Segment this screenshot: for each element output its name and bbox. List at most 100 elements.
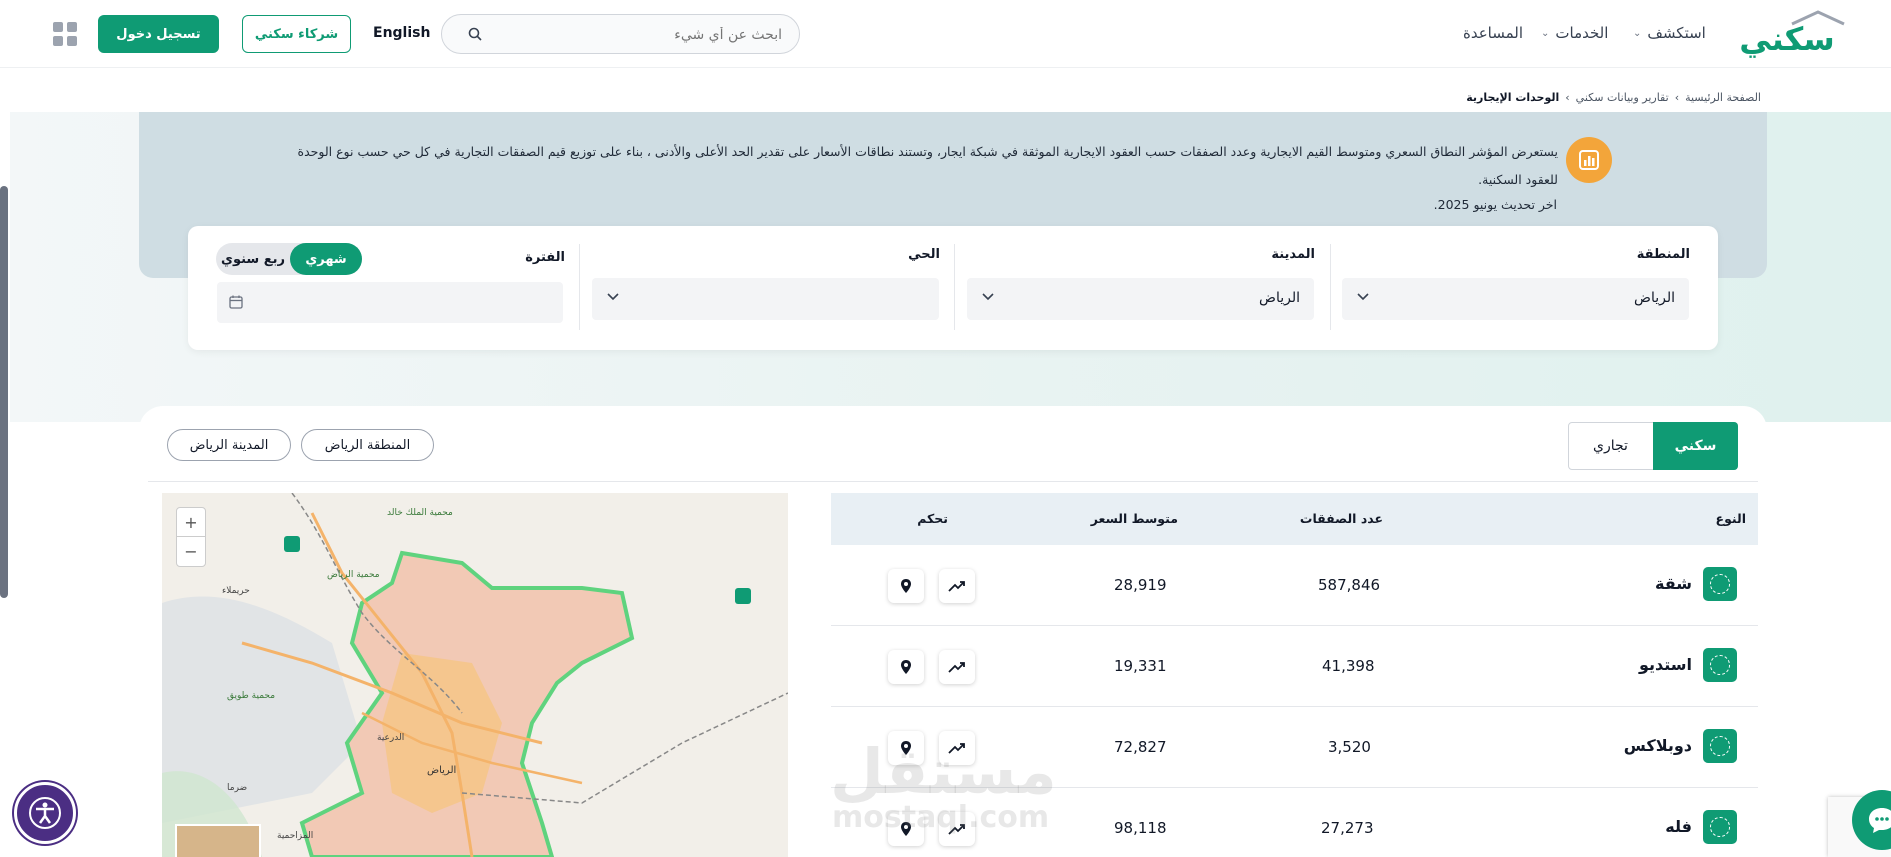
region-select[interactable]: الرياض	[1342, 278, 1689, 320]
nav-help[interactable]: المساعدة	[1463, 24, 1523, 42]
avg-price: 28,919	[1114, 576, 1167, 594]
chevron-down-icon	[1357, 293, 1369, 301]
table-row: استديو 41,398 19,331	[831, 626, 1758, 707]
deals-count: 587,846	[1318, 576, 1381, 594]
sakani-logo[interactable]: سكني	[1730, 10, 1845, 58]
search-icon	[468, 27, 482, 41]
chart-bar-icon	[1566, 137, 1612, 183]
chevron-left-icon: ›	[1565, 91, 1570, 104]
divider	[579, 244, 580, 330]
table-row: شقة 587,846 28,919	[831, 545, 1758, 626]
divider	[148, 481, 1758, 482]
nav-services-label: الخدمات	[1555, 24, 1609, 42]
unit-type-icon	[1703, 729, 1737, 763]
map-label-reserve-r: محمية الرياض	[327, 570, 380, 580]
avg-price: 19,331	[1114, 657, 1167, 675]
district-label: الحي	[908, 247, 940, 262]
chevron-down-icon: ⌄	[1541, 27, 1550, 39]
accessibility-button[interactable]	[14, 782, 76, 844]
unit-type-icon	[1703, 648, 1737, 682]
divider	[1330, 244, 1331, 330]
unit-type: دوبلاكس	[1623, 736, 1692, 755]
period-date-input[interactable]	[217, 282, 563, 323]
accessibility-icon	[29, 797, 61, 829]
map-label-riyadh: الرياض	[427, 765, 456, 776]
login-button[interactable]: تسجيل دخول	[98, 15, 219, 53]
tab-residential[interactable]: سكني	[1653, 422, 1738, 470]
chip-city[interactable]: المدينة الرياض	[167, 429, 291, 461]
avg-price: 72,827	[1114, 738, 1167, 756]
breadcrumb-home[interactable]: الصفحة الرئيسية	[1685, 91, 1761, 104]
chat-icon	[1869, 808, 1891, 833]
period-label: الفترة	[525, 250, 565, 265]
apps-grid-icon[interactable]	[53, 22, 77, 46]
last-updated: اخر تحديث يونيو 2025.	[1433, 197, 1557, 212]
nav-help-label: المساعدة	[1463, 24, 1524, 42]
chevron-down-icon	[982, 293, 994, 301]
trend-button[interactable]	[939, 569, 975, 603]
map-pin-icon	[901, 660, 911, 674]
map-label-tuwaiq: محمية طويق	[227, 691, 275, 701]
trending-up-icon	[948, 662, 965, 673]
watermark-en: mostaql.com	[832, 800, 1050, 835]
city-value: الرياض	[1259, 290, 1300, 306]
deals-count: 3,520	[1328, 738, 1371, 756]
trend-button[interactable]	[939, 650, 975, 684]
toggle-quarterly[interactable]: ربع سنوي	[216, 243, 290, 275]
map-label-muzahmiyah: المزاحمية	[277, 831, 313, 841]
breadcrumb: الصفحة الرئيسية › تقارير وبيانات سكني › …	[1466, 91, 1761, 104]
tab-commercial[interactable]: تجاري	[1568, 422, 1653, 470]
toggle-monthly[interactable]: شهري	[290, 243, 362, 275]
chip-region[interactable]: المنطقة الرياض	[301, 429, 434, 461]
nav-services[interactable]: الخدمات ⌄	[1541, 24, 1608, 42]
watermark: مستقل	[830, 735, 1057, 808]
th-type: النوع	[1715, 511, 1746, 526]
site-header: سكني استكشف ⌄ الخدمات ⌄ المساعدة English…	[0, 0, 1891, 68]
th-control: تحكم	[917, 511, 948, 526]
region-label: المنطقة	[1636, 247, 1690, 262]
avg-price: 98,118	[1114, 819, 1167, 837]
search-input[interactable]	[492, 23, 782, 47]
map-pin-icon	[901, 579, 911, 593]
chevron-down-icon	[607, 293, 619, 301]
unit-type-icon	[1703, 810, 1737, 844]
deals-count: 27,273	[1321, 819, 1374, 837]
table-header: النوع عدد الصفقات متوسط السعر تحكم	[831, 493, 1758, 545]
map-pin-button[interactable]	[888, 569, 924, 603]
svg-text:سكني: سكني	[1739, 20, 1835, 58]
breadcrumb-current: الوحدات الإيجارية	[1466, 91, 1560, 104]
calendar-icon	[229, 295, 243, 309]
map-label-dariyah: الدرعية	[377, 733, 404, 743]
city-select[interactable]: الرياض	[967, 278, 1314, 320]
unit-type: فله	[1665, 817, 1692, 836]
unit-type-icon	[1703, 567, 1737, 601]
map-pin-button[interactable]	[888, 650, 924, 684]
th-avg-price: متوسط السعر	[1090, 511, 1178, 526]
trending-up-icon	[948, 581, 965, 592]
district-select[interactable]	[592, 278, 939, 320]
map-label-huraymila: حريملاء	[222, 586, 250, 596]
language-switch[interactable]: English	[373, 25, 430, 41]
divider	[954, 244, 955, 330]
city-label: المدينة	[1271, 247, 1315, 262]
map-zoom-control: + −	[176, 507, 206, 567]
zoom-out-button[interactable]: −	[177, 537, 205, 566]
search-bar[interactable]	[441, 14, 800, 54]
nav-explore[interactable]: استكشف ⌄	[1633, 24, 1706, 42]
scrollbar[interactable]	[0, 186, 8, 598]
region-map[interactable]: محمية الملك خالد محمية الرياض حريملاء مح…	[162, 493, 788, 857]
deals-count: 41,398	[1322, 657, 1375, 675]
zoom-in-button[interactable]: +	[177, 508, 205, 537]
partners-button[interactable]: شركاء سكني	[242, 15, 351, 53]
map-label-dirma: ضرما	[227, 783, 247, 793]
nav-explore-label: استكشف	[1647, 24, 1706, 42]
unit-type: استديو	[1638, 655, 1692, 674]
th-deals: عدد الصفقات	[1299, 511, 1383, 526]
map-label-khalid-reserve: محمية الملك خالد	[387, 508, 453, 518]
unit-type: شقة	[1655, 574, 1692, 593]
breadcrumb-reports[interactable]: تقارير وبيانات سكني	[1576, 91, 1669, 104]
chevron-left-icon: ›	[1674, 91, 1680, 104]
info-description: يستعرض المؤشر النطاق السعري ومتوسط القيم…	[297, 144, 1558, 187]
chevron-down-icon: ⌄	[1633, 27, 1642, 39]
region-value: الرياض	[1634, 290, 1675, 306]
